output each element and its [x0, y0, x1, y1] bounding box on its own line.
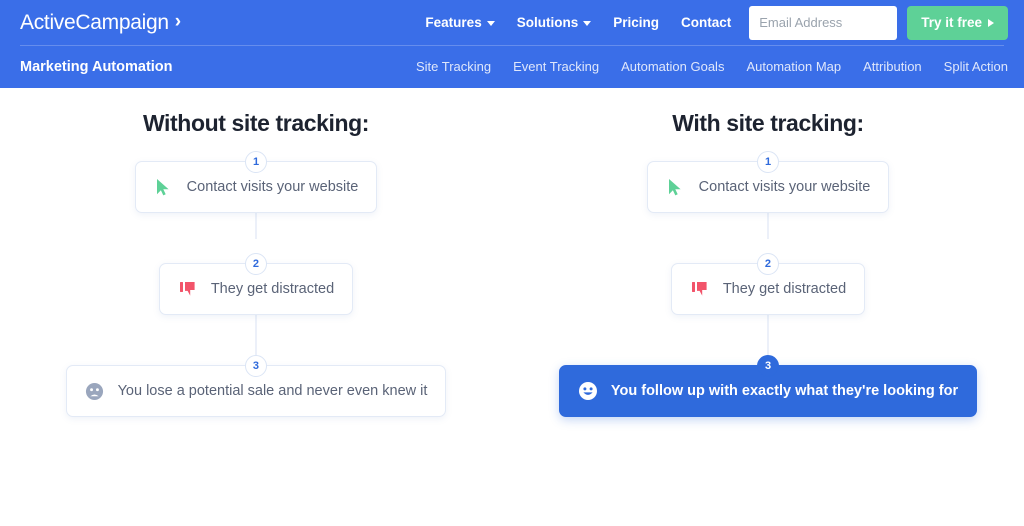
nav-link-pricing[interactable]: Pricing	[613, 15, 659, 30]
step-label-1: Contact visits your website	[698, 179, 871, 195]
step-1-row: 1 Contact visits your website	[0, 151, 512, 213]
step-badge-1: 1	[245, 151, 267, 173]
smile-face-icon	[578, 381, 598, 401]
flow-with: 1 Contact visits your website 2 They get…	[512, 151, 1024, 417]
step-card-3-highlighted[interactable]: 3 You follow up with exactly what they'r…	[558, 355, 978, 417]
step-label-2: They get distracted	[722, 281, 847, 297]
chevron-down-icon	[583, 21, 592, 26]
step-card-2[interactable]: 2 They get distracted	[158, 253, 354, 315]
step-badge-1: 1	[757, 151, 779, 173]
subnav-item-automation-goals[interactable]: Automation Goals	[621, 59, 724, 74]
arrow-right-icon	[988, 18, 994, 27]
step-card-3[interactable]: 3 You lose a potential sale and never ev…	[65, 355, 447, 417]
try-it-free-button[interactable]: Try it free	[907, 5, 1008, 40]
thumbs-down-icon	[178, 279, 198, 299]
step-1-row: 1 Contact visits your website	[512, 151, 1024, 213]
step-badge-3: 3	[757, 355, 779, 377]
brand-name: ActiveCampaign	[20, 10, 169, 34]
sad-face-icon	[85, 381, 105, 401]
section-title: Marketing Automation	[20, 58, 173, 75]
column-with-site-tracking: With site tracking: 1 Contact visits you…	[512, 88, 1024, 526]
secondary-navbar: Marketing Automation Site Tracking Event…	[0, 45, 1024, 88]
step-card-1[interactable]: 1 Contact visits your website	[646, 151, 890, 213]
step-badge-3: 3	[244, 355, 267, 377]
step-label-3: You follow up with exactly what they're …	[610, 383, 959, 399]
subnav-item-automation-map[interactable]: Automation Map	[746, 59, 841, 74]
try-it-free-label: Try it free	[921, 15, 982, 30]
site-header: ActiveCampaign › Features Solutions Pric…	[0, 0, 1024, 88]
subnav-item-site-tracking[interactable]: Site Tracking	[416, 59, 491, 74]
step-label-3: You lose a potential sale and never even…	[117, 383, 428, 399]
column-heading-with: With site tracking:	[672, 110, 864, 136]
nav-link-solutions[interactable]: Solutions	[517, 15, 592, 30]
subnav-item-split-action[interactable]: Split Action	[944, 59, 1008, 74]
brand-chevron-icon: ›	[174, 11, 181, 32]
cursor-icon	[666, 177, 686, 197]
subnav-item-event-tracking[interactable]: Event Tracking	[513, 59, 599, 74]
step-label-2: They get distracted	[210, 281, 335, 297]
cursor-icon	[154, 177, 174, 197]
step-badge-2: 2	[756, 253, 779, 275]
nav-link-solutions-label: Solutions	[516, 15, 579, 30]
step-2-row: 2 They get distracted	[0, 253, 512, 315]
chevron-down-icon	[486, 21, 495, 26]
brand-logo[interactable]: ActiveCampaign ›	[20, 11, 181, 35]
thumbs-down-icon	[690, 279, 710, 299]
nav-divider	[20, 45, 1004, 46]
step-card-1[interactable]: 1 Contact visits your website	[134, 151, 378, 213]
step-3-row: 3 You follow up with exactly what they'r…	[512, 355, 1024, 417]
column-without-site-tracking: Without site tracking: 1 Contact visits …	[0, 88, 512, 526]
subnav-item-attribution[interactable]: Attribution	[863, 59, 922, 74]
nav-link-contact[interactable]: Contact	[681, 15, 731, 30]
flow-without: 1 Contact visits your website 2 They get…	[0, 151, 512, 417]
step-card-2[interactable]: 2 They get distracted	[670, 253, 866, 315]
step-2-row: 2 They get distracted	[512, 253, 1024, 315]
nav-link-features[interactable]: Features	[425, 15, 495, 30]
email-input[interactable]	[749, 5, 898, 40]
nav-link-contact-label: Contact	[680, 15, 732, 30]
subnav-links: Site Tracking Event Tracking Automation …	[416, 59, 1008, 74]
step-label-1: Contact visits your website	[186, 179, 359, 195]
nav-link-features-label: Features	[425, 15, 482, 30]
column-heading-without: Without site tracking:	[142, 110, 370, 136]
step-3-row: 3 You lose a potential sale and never ev…	[0, 355, 512, 417]
primary-navbar: ActiveCampaign › Features Solutions Pric…	[0, 0, 1024, 45]
comparison-main: Without site tracking: 1 Contact visits …	[0, 88, 1024, 526]
nav-links: Features Solutions Pricing Contact	[425, 15, 731, 30]
step-badge-2: 2	[244, 253, 267, 275]
nav-link-pricing-label: Pricing	[613, 15, 659, 30]
